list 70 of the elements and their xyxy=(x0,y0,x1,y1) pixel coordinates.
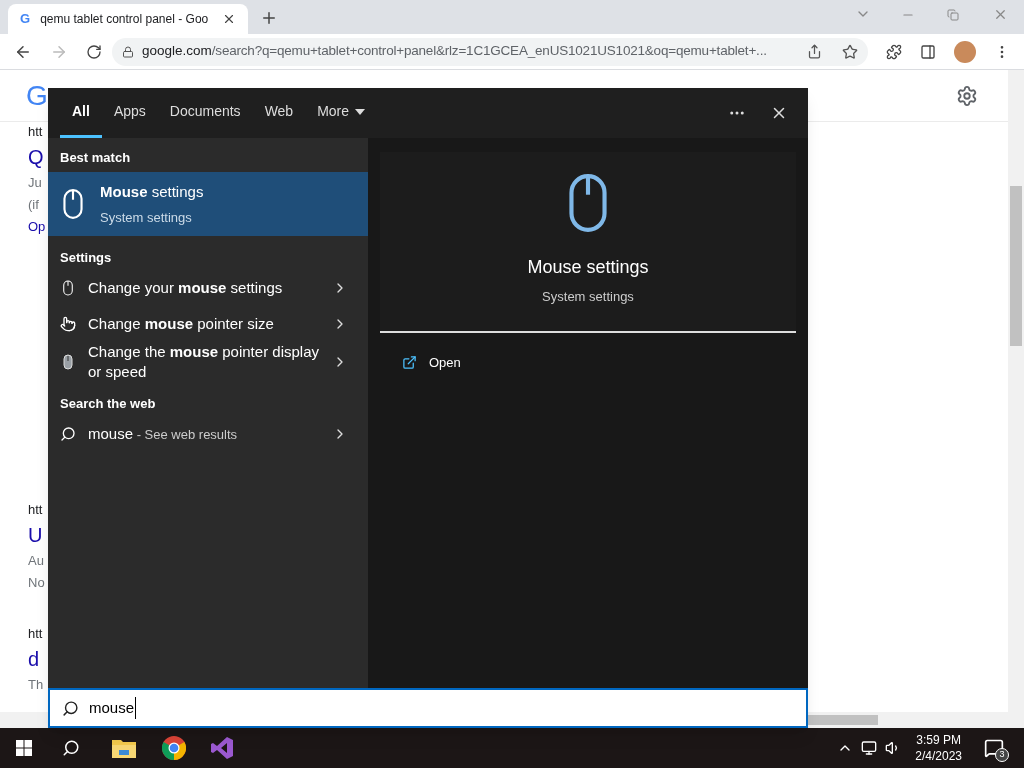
network-icon[interactable] xyxy=(861,740,878,756)
result-title: Mouse settings xyxy=(100,182,204,202)
new-tab-icon[interactable] xyxy=(260,9,278,27)
google-logo: G xyxy=(26,78,48,113)
search-query: mouse xyxy=(89,696,137,720)
section-heading: Best match xyxy=(59,149,132,167)
preview-title: Mouse settings xyxy=(527,256,649,279)
windows-start-icon[interactable] xyxy=(16,740,32,756)
result-snippet: No xyxy=(28,574,45,592)
folder-icon[interactable] xyxy=(112,738,136,758)
tab-title: qemu tablet control panel - Goo xyxy=(40,11,210,28)
hand-pointer-icon xyxy=(60,316,76,332)
search-icon xyxy=(60,426,76,442)
settings-icon[interactable] xyxy=(956,84,978,107)
url-path: /search?q=qemu+tablet+control+panel&rlz=1C1GCEA_enUS1021US1021&oq=qemu+tablet+... xyxy=(211,42,767,61)
open-icon xyxy=(402,355,417,370)
extensions-icon[interactable] xyxy=(886,43,902,60)
result-label: Change the mouse pointer display or speed xyxy=(88,342,320,382)
lock-icon xyxy=(122,45,134,58)
clock[interactable]: 3:59 PM 2/4/2023 xyxy=(915,732,962,764)
open-action[interactable]: Open xyxy=(380,340,483,385)
preview-subtitle: System settings xyxy=(542,288,634,306)
mouse-icon xyxy=(63,354,73,370)
reload-icon[interactable] xyxy=(86,43,102,60)
filter-tab[interactable]: Apps xyxy=(101,88,158,138)
notifications-icon[interactable] xyxy=(984,738,1004,758)
result-url: htt xyxy=(28,625,43,643)
result-label: Change mouse pointer size xyxy=(88,314,275,334)
visual-studio-icon[interactable] xyxy=(210,736,234,760)
browser-tab[interactable]: G qemu tablet control panel - Goo xyxy=(8,4,248,34)
result-url: htt xyxy=(28,501,43,519)
profile-avatar[interactable] xyxy=(954,40,976,63)
url-host: google.com xyxy=(142,42,212,61)
section-heading: Search the web xyxy=(59,395,157,414)
close-tab-icon[interactable] xyxy=(222,12,236,26)
notification-count: 3 xyxy=(995,748,1009,762)
bookmark-star-icon[interactable] xyxy=(842,43,858,60)
filter-tab[interactable]: Web xyxy=(252,88,306,138)
best-match-item[interactable]: Mouse settings System settings xyxy=(48,172,368,236)
result-item[interactable]: Change your mouse settings xyxy=(48,270,368,306)
result-snippet: Ju xyxy=(28,174,42,192)
chrome-icon[interactable] xyxy=(162,736,186,760)
result-subtitle: System settings xyxy=(100,208,193,227)
result-title[interactable]: d xyxy=(28,644,40,674)
search-icon[interactable] xyxy=(62,739,80,757)
result-snippet: (if xyxy=(28,196,39,214)
google-favicon: G xyxy=(20,10,31,29)
result-url: htt xyxy=(28,123,43,141)
mouse-icon xyxy=(567,172,609,234)
result-item[interactable]: Change mouse pointer size xyxy=(48,306,368,342)
result-title[interactable]: Q xyxy=(28,142,44,172)
mouse-icon xyxy=(62,280,74,296)
search-field[interactable]: mouse xyxy=(48,688,808,728)
filter-tab[interactable]: Documents xyxy=(157,88,253,138)
result-item[interactable]: Change the mouse pointer display or speed xyxy=(48,342,368,382)
vertical-scrollbar[interactable] xyxy=(1008,70,1024,728)
mouse-icon xyxy=(62,188,84,220)
result-link[interactable]: Op xyxy=(28,216,46,238)
result-label: mouse - See web results xyxy=(88,423,239,444)
side-panel-icon[interactable] xyxy=(920,43,936,60)
result-label: Change your mouse settings xyxy=(88,278,284,298)
result-title[interactable]: U xyxy=(28,520,43,550)
result-item[interactable]: mouse - See web results xyxy=(48,416,368,452)
section-heading: Settings xyxy=(59,249,113,268)
result-snippet: Au xyxy=(28,552,44,570)
address-bar[interactable]: google.com/search?q=qemu+tablet+control+panel&rlz=1C1GCEA_enUS1021US1021&oq=qemu+tablet+... xyxy=(112,37,868,66)
result-snippet: Th xyxy=(28,676,44,694)
filter-tab[interactable]: More xyxy=(305,88,378,138)
share-icon[interactable] xyxy=(807,44,822,59)
search-icon xyxy=(62,699,79,717)
